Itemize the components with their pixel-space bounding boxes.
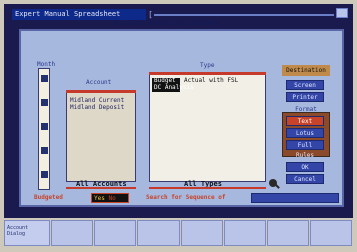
- month-selector[interactable]: [38, 68, 50, 190]
- month-marker: [41, 171, 48, 178]
- month-marker: [41, 147, 48, 154]
- list-item[interactable]: Budget: [154, 77, 176, 84]
- list-item[interactable]: Actual with FSL: [184, 77, 238, 84]
- account-label: Account: [86, 79, 112, 86]
- type-label: Type: [200, 62, 215, 69]
- ok-button[interactable]: OK: [286, 162, 324, 172]
- monitor-bezel: Expert Manual Spreadsheet [ Account Repo…: [0, 0, 357, 252]
- function-key[interactable]: [94, 220, 137, 246]
- account-selection-bar: [66, 90, 136, 93]
- function-key[interactable]: [309, 220, 352, 246]
- dialog-title: Account Reporting Options: [114, 19, 220, 27]
- cancel-button[interactable]: Cancel: [286, 174, 324, 184]
- format-full-rules-button[interactable]: Full Rules: [286, 140, 324, 159]
- month-marker: [41, 75, 48, 82]
- destination-label: Destination: [282, 65, 330, 76]
- function-key[interactable]: [180, 220, 223, 246]
- search-input[interactable]: [251, 193, 339, 203]
- list-item[interactable]: DC Analysis: [154, 84, 194, 91]
- destination-screen-button[interactable]: Screen: [286, 80, 324, 90]
- title-rule: [154, 14, 334, 16]
- function-key[interactable]: [137, 220, 180, 246]
- format-lotus-button[interactable]: Lotus: [286, 128, 324, 138]
- function-key[interactable]: [223, 220, 266, 246]
- budgeted-option: No: [108, 195, 116, 202]
- search-label: Search for Sequence of: [146, 194, 226, 201]
- menu-icon[interactable]: [336, 8, 348, 18]
- screen: Expert Manual Spreadsheet [ Account Repo…: [4, 4, 353, 218]
- function-key[interactable]: Account Dialog: [4, 220, 51, 246]
- budgeted-label: Budgeted: [34, 194, 63, 201]
- divider: [66, 187, 136, 189]
- format-text-button[interactable]: Text: [286, 116, 324, 126]
- list-item[interactable]: Midland Current: [70, 97, 124, 104]
- type-selection-bar: [149, 72, 266, 75]
- budgeted-field[interactable]: Yes No: [91, 193, 129, 203]
- month-label: Month: [37, 61, 56, 68]
- month-marker: [41, 99, 48, 106]
- function-key-strip: Account Dialog: [4, 220, 353, 246]
- budgeted-value: Yes: [94, 195, 105, 202]
- list-item[interactable]: Midland Deposit: [70, 104, 124, 111]
- function-key[interactable]: [266, 220, 309, 246]
- function-key[interactable]: [51, 220, 94, 246]
- type-list[interactable]: Budget Actual with FSL DC Analysis: [149, 72, 266, 182]
- destination-printer-button[interactable]: Printer: [286, 92, 324, 102]
- divider: [149, 187, 266, 189]
- month-marker: [41, 123, 48, 130]
- account-list[interactable]: Midland Current Midland Deposit: [66, 90, 136, 182]
